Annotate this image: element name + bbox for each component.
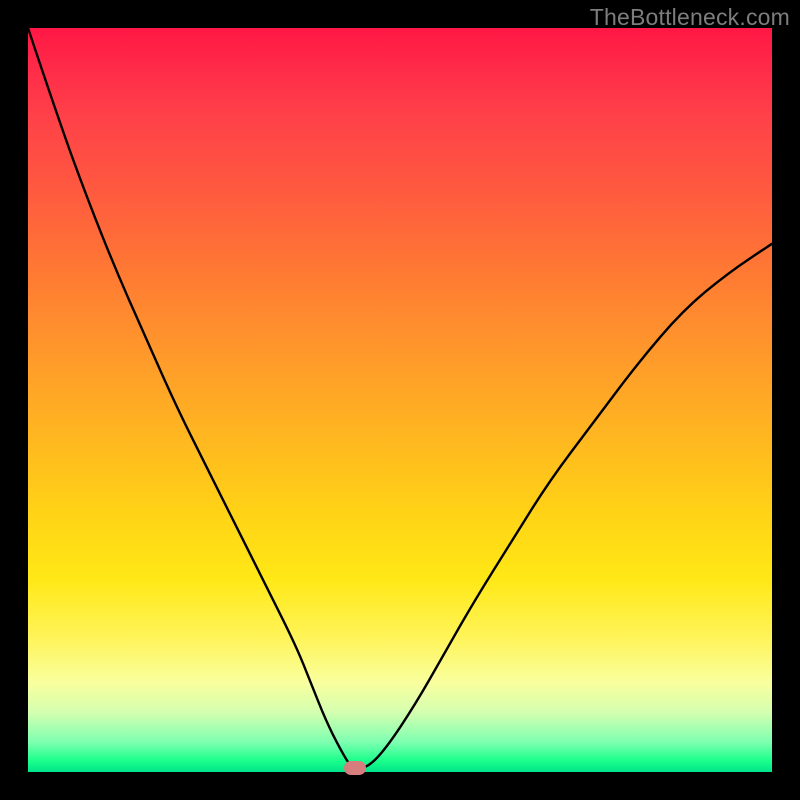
watermark-text: TheBottleneck.com: [590, 4, 790, 31]
plot-area: [28, 28, 772, 772]
bottleneck-curve: [28, 28, 772, 772]
optimal-marker: [344, 761, 366, 775]
chart-frame: TheBottleneck.com: [0, 0, 800, 800]
